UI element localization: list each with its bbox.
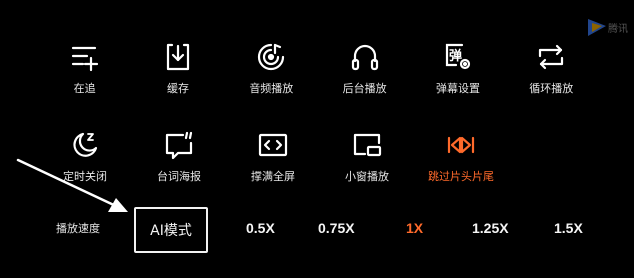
- add-to-list-icon: [68, 40, 102, 74]
- quote-poster-label: 台词海报: [157, 170, 201, 183]
- playback-speed-row: 播放速度 AI模式 0.5X 0.75X 1X 1.25X 1.5X: [0, 204, 634, 254]
- fill-screen-icon: [256, 128, 290, 162]
- small-window-button[interactable]: 小窗播放: [320, 128, 414, 214]
- feature-row-1: 在追 缓存 音频播放 后台播放 弹 弹幕设置 循环播放: [38, 40, 598, 126]
- danmaku-settings-button[interactable]: 弹 弹幕设置: [411, 40, 504, 126]
- speed-option-1-25x[interactable]: 1.25X: [472, 220, 509, 236]
- skip-intro-outro-icon: [444, 128, 478, 162]
- download-icon: [161, 40, 195, 74]
- quote-poster-button[interactable]: 台词海报: [132, 128, 226, 214]
- speed-option-0-75x[interactable]: 0.75X: [318, 220, 355, 236]
- follow-button[interactable]: 在追: [38, 40, 131, 126]
- follow-label: 在追: [73, 82, 96, 95]
- feature-grid: 在追 缓存 音频播放 后台播放 弹 弹幕设置 循环播放 定时关闭 台词海报 撑满…: [38, 40, 598, 214]
- quote-bubble-icon: [162, 128, 196, 162]
- danmaku-settings-icon: 弹: [441, 40, 475, 74]
- skip-intro-outro-button[interactable]: 跳过片头片尾: [414, 128, 508, 214]
- small-window-label: 小窗播放: [345, 170, 389, 183]
- background-play-label: 后台播放: [342, 82, 387, 95]
- moon-sleep-icon: [68, 128, 102, 162]
- audio-disc-icon: [254, 40, 288, 74]
- cache-label: 缓存: [166, 82, 189, 95]
- feature-row-2: 定时关闭 台词海报 撑满全屏 小窗播放 跳过片头片尾: [38, 128, 598, 214]
- timer-close-label: 定时关闭: [63, 170, 107, 183]
- fill-screen-label: 撑满全屏: [251, 170, 295, 183]
- headphones-icon: [348, 40, 382, 74]
- loop-play-label: 循环播放: [529, 82, 574, 95]
- speed-option-0-5x[interactable]: 0.5X: [246, 220, 275, 236]
- loop-icon: [534, 40, 568, 74]
- fill-screen-button[interactable]: 撑满全屏: [226, 128, 320, 214]
- speed-option-ai-mode[interactable]: AI模式: [134, 207, 208, 253]
- background-play-button[interactable]: 后台播放: [318, 40, 411, 126]
- player-settings-panel: 腾讯 在追 缓存 音频播放 后台播放 弹 弹幕设置 循环播放 定时关闭 台词海报…: [0, 0, 634, 278]
- audio-play-button[interactable]: 音频播放: [225, 40, 318, 126]
- svg-text:弹: 弹: [449, 48, 462, 64]
- speed-option-1-5x[interactable]: 1.5X: [554, 220, 583, 236]
- watermark-text: 腾讯: [608, 22, 628, 35]
- cache-button[interactable]: 缓存: [131, 40, 224, 126]
- speed-option-1x[interactable]: 1X: [406, 220, 423, 236]
- picture-in-picture-icon: [350, 128, 384, 162]
- danmaku-settings-label: 弹幕设置: [435, 82, 480, 95]
- skip-intro-outro-label: 跳过片头片尾: [428, 170, 494, 183]
- playback-speed-title: 播放速度: [56, 222, 100, 235]
- timer-close-button[interactable]: 定时关闭: [38, 128, 132, 214]
- audio-play-label: 音频播放: [249, 82, 294, 95]
- loop-play-button[interactable]: 循环播放: [505, 40, 598, 126]
